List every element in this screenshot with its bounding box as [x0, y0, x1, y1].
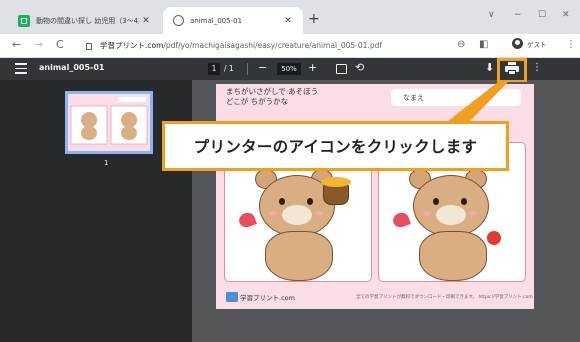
instruction-callout: プリンターのアイコンをクリックします: [162, 121, 509, 171]
callout-pointer: [448, 82, 508, 121]
